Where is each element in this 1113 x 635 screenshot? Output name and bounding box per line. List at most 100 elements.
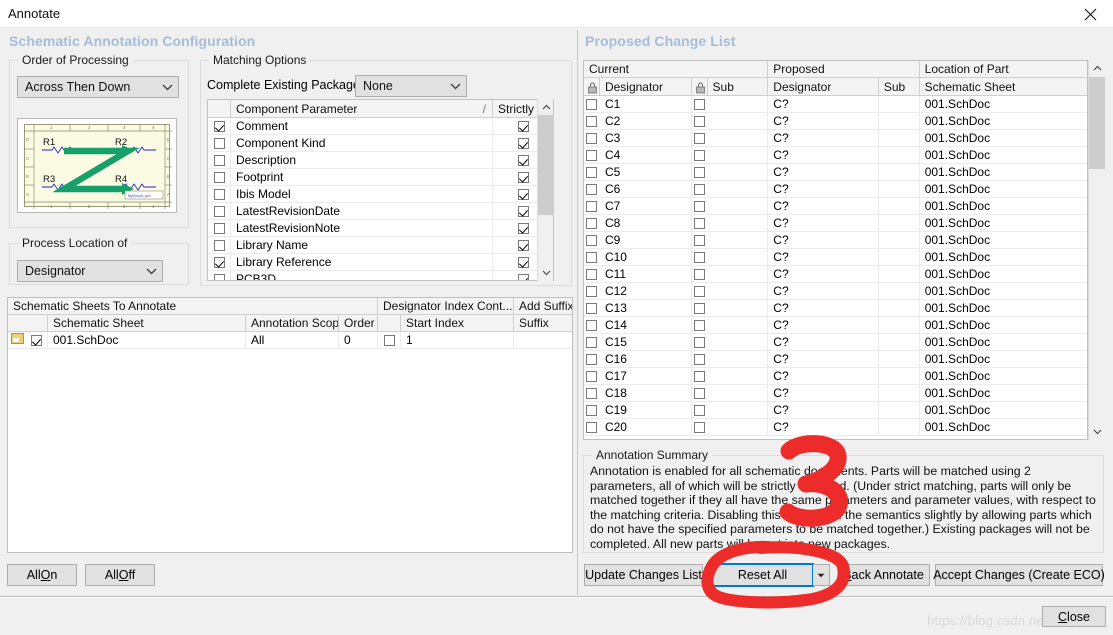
proposed-change-row[interactable]: C9 C? 001.SchDoc	[584, 231, 1087, 249]
checkbox[interactable]	[586, 302, 598, 314]
checkbox[interactable]	[586, 166, 598, 178]
checkbox[interactable]	[586, 319, 598, 331]
checkbox[interactable]	[694, 370, 706, 382]
proposed-change-row[interactable]: C17 C? 001.SchDoc	[584, 367, 1087, 385]
checkbox[interactable]	[517, 222, 529, 234]
scroll-down-icon[interactable]	[1089, 424, 1105, 440]
checkbox[interactable]	[694, 285, 706, 297]
proposed-change-row[interactable]: C11 C? 001.SchDoc	[584, 265, 1087, 283]
checkbox[interactable]	[694, 387, 706, 399]
header-current-sub[interactable]: Sub	[708, 77, 769, 96]
process-location-of-combo[interactable]: Designator	[17, 260, 163, 282]
checkbox[interactable]	[213, 137, 225, 149]
component-parameter-row[interactable]: Ibis Model	[208, 185, 553, 203]
header-schematic-sheet[interactable]: Schematic Sheet	[48, 314, 246, 332]
component-parameter-row[interactable]: PCB3D	[208, 270, 553, 280]
scrollbar-thumb[interactable]	[1089, 77, 1105, 169]
checkbox[interactable]	[517, 171, 529, 183]
checkbox[interactable]	[586, 132, 598, 144]
component-parameter-row[interactable]: Library Name	[208, 236, 553, 254]
order-of-processing-combo[interactable]: Across Then Down	[17, 76, 179, 98]
checkbox[interactable]	[586, 200, 598, 212]
proposed-change-row[interactable]: C19 C? 001.SchDoc	[584, 401, 1087, 419]
checkbox[interactable]	[586, 285, 598, 297]
scrollbar-thumb[interactable]	[538, 115, 554, 215]
proposed-change-row[interactable]: C5 C? 001.SchDoc	[584, 163, 1087, 181]
window-close-button[interactable]	[1067, 0, 1113, 28]
all-off-button[interactable]: All Off	[85, 564, 155, 586]
component-parameter-row[interactable]: Footprint	[208, 168, 553, 186]
checkbox[interactable]	[694, 251, 706, 263]
proposed-change-row[interactable]: C4 C? 001.SchDoc	[584, 146, 1087, 164]
checkbox[interactable]	[517, 273, 529, 280]
header-current-designator[interactable]: Designator	[600, 77, 692, 96]
checkbox[interactable]	[694, 353, 706, 365]
checkbox[interactable]	[694, 98, 706, 110]
checkbox[interactable]	[586, 370, 598, 382]
complete-existing-packages-combo[interactable]: None	[355, 75, 467, 97]
checkbox[interactable]	[586, 234, 598, 246]
checkbox[interactable]	[213, 154, 225, 166]
checkbox[interactable]	[517, 239, 529, 251]
component-parameter-row[interactable]: Description	[208, 151, 553, 169]
header-proposed-sub[interactable]: Sub	[879, 77, 920, 96]
checkbox[interactable]	[694, 183, 706, 195]
component-parameter-grid[interactable]: Component Parameter / Strictly Comment Co…	[207, 99, 554, 281]
checkbox[interactable]	[694, 319, 706, 331]
scroll-down-icon[interactable]	[538, 265, 554, 281]
checkbox[interactable]	[517, 154, 529, 166]
proposed-change-row[interactable]: C18 C? 001.SchDoc	[584, 384, 1087, 402]
checkbox[interactable]	[517, 256, 529, 268]
checkbox[interactable]	[383, 334, 395, 346]
proposed-change-row[interactable]: C16 C? 001.SchDoc	[584, 350, 1087, 368]
checkbox[interactable]	[586, 115, 598, 127]
checkbox[interactable]	[213, 205, 225, 217]
checkbox[interactable]	[213, 120, 225, 132]
header-proposed-designator[interactable]: Designator	[768, 77, 879, 96]
header-annotation-scope[interactable]: Annotation Scope	[246, 314, 339, 332]
close-button[interactable]: Close	[1042, 606, 1106, 627]
checkbox[interactable]	[694, 336, 706, 348]
proposed-change-list-grid[interactable]: Current Proposed Location of Part Design…	[583, 60, 1088, 440]
proposed-change-row[interactable]: C1 C? 001.SchDoc	[584, 95, 1087, 113]
checkbox[interactable]	[586, 251, 598, 263]
checkbox[interactable]	[586, 404, 598, 416]
component-parameter-row[interactable]: Comment	[208, 117, 553, 135]
component-parameter-row[interactable]: Component Kind	[208, 134, 553, 152]
checkbox[interactable]	[213, 256, 225, 268]
checkbox[interactable]	[517, 137, 529, 149]
proposed-change-row[interactable]: C13 C? 001.SchDoc	[584, 299, 1087, 317]
checkbox[interactable]	[31, 334, 42, 346]
checkbox[interactable]	[694, 115, 706, 127]
checkbox[interactable]	[586, 183, 598, 195]
matching-options-scrollbar[interactable]	[537, 99, 554, 281]
checkbox[interactable]	[586, 387, 598, 399]
checkbox[interactable]	[694, 302, 706, 314]
reset-all-dropdown-button[interactable]	[813, 564, 830, 586]
checkbox[interactable]	[586, 353, 598, 365]
all-on-button[interactable]: All On	[7, 564, 77, 586]
header-schematic-sheet[interactable]: Schematic Sheet	[920, 78, 1087, 96]
schematic-sheets-to-annotate-grid[interactable]: Schematic Sheets To Annotate Designator …	[7, 297, 573, 553]
checkbox[interactable]	[694, 149, 706, 161]
header-suffix[interactable]: Suffix	[514, 315, 572, 332]
checkbox[interactable]	[517, 120, 529, 132]
proposed-change-row[interactable]: C8 C? 001.SchDoc	[584, 214, 1087, 232]
checkbox[interactable]	[586, 149, 598, 161]
checkbox[interactable]	[694, 421, 706, 433]
checkbox[interactable]	[213, 171, 225, 183]
checkbox[interactable]	[586, 268, 598, 280]
schematic-sheet-row[interactable]: 001.SchDoc All 0 1	[8, 331, 572, 349]
scroll-up-icon[interactable]	[538, 99, 554, 115]
scroll-up-icon[interactable]	[1089, 60, 1105, 76]
proposed-change-list-scrollbar[interactable]	[1088, 60, 1105, 440]
proposed-change-row[interactable]: C10 C? 001.SchDoc	[584, 248, 1087, 266]
header-current-sub-lock[interactable]	[692, 77, 708, 96]
checkbox[interactable]	[517, 188, 529, 200]
proposed-change-row[interactable]: C6 C? 001.SchDoc	[584, 180, 1087, 198]
header-start-index[interactable]: Start Index	[401, 314, 514, 332]
checkbox[interactable]	[586, 336, 598, 348]
update-changes-list-button[interactable]: Update Changes List	[584, 564, 703, 586]
proposed-change-row[interactable]: C3 C? 001.SchDoc	[584, 129, 1087, 147]
checkbox[interactable]	[213, 239, 225, 251]
